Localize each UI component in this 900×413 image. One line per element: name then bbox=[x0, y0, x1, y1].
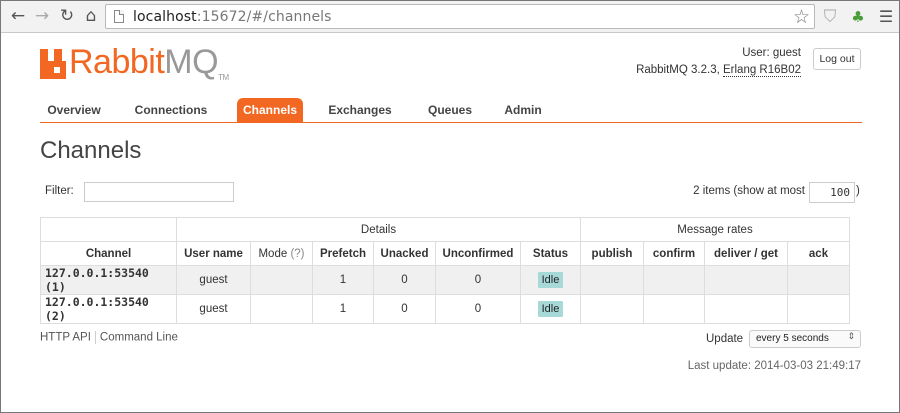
unacked-cell: 0 bbox=[373, 265, 436, 295]
user-cell: guest bbox=[176, 265, 251, 295]
prefetch-cell: 1 bbox=[312, 265, 374, 295]
page-title: Channels bbox=[40, 137, 142, 164]
update-label: Update bbox=[706, 333, 744, 345]
extension-icon[interactable]: ♣ bbox=[847, 6, 869, 28]
unacked-column-header[interactable]: Unacked bbox=[373, 241, 436, 266]
status-cell: Idle bbox=[520, 294, 581, 324]
home-icon[interactable]: ⌂ bbox=[81, 6, 101, 26]
forward-arrow-icon[interactable]: → bbox=[32, 6, 52, 26]
url-host: localhost bbox=[133, 9, 197, 25]
prefetch-column-header[interactable]: Prefetch bbox=[312, 241, 374, 266]
channels-table: Details Message rates Channel User name … bbox=[40, 217, 850, 324]
mode-cell bbox=[250, 294, 313, 324]
status-badge: Idle bbox=[537, 272, 564, 288]
ack-cell bbox=[787, 265, 850, 295]
status-cell: Idle bbox=[520, 265, 581, 295]
tab-overview[interactable]: Overview bbox=[40, 98, 108, 123]
table-row[interactable]: 127.0.0.1:53540 (2) guest 1 0 0 Idle bbox=[40, 294, 850, 324]
publish-cell bbox=[580, 294, 644, 324]
filter-input[interactable] bbox=[84, 182, 234, 202]
footer-links: HTTP API Command Line bbox=[40, 331, 178, 344]
deliver-get-column-header[interactable]: deliver / get bbox=[704, 241, 788, 266]
mode-header-text: Mode bbox=[258, 247, 288, 260]
logo-mq-text: MQ bbox=[164, 43, 219, 81]
tab-admin[interactable]: Admin bbox=[498, 98, 548, 123]
logo-tm-text: TM bbox=[218, 73, 229, 82]
publish-column-header[interactable]: publish bbox=[580, 241, 644, 266]
prefetch-cell: 1 bbox=[312, 294, 374, 324]
update-interval-select[interactable]: every 5 seconds ⇕ bbox=[749, 330, 861, 348]
tab-queues[interactable]: Queues bbox=[420, 98, 480, 123]
unconfirmed-column-header[interactable]: Unconfirmed bbox=[435, 241, 521, 266]
version-text: RabbitMQ 3.2.3, bbox=[636, 64, 723, 76]
user-cell: guest bbox=[176, 294, 251, 324]
browser-menu-icon[interactable]: ☰ bbox=[875, 6, 897, 28]
items-close-paren: ) bbox=[856, 185, 860, 197]
erlang-version-link[interactable]: Erlang R16B02 bbox=[723, 64, 801, 77]
user-column-header[interactable]: User name bbox=[176, 241, 251, 266]
channel-link[interactable]: 127.0.0.1:53540 (1) bbox=[40, 265, 177, 295]
message-rates-group-header: Message rates bbox=[580, 217, 850, 242]
details-group-header: Details bbox=[176, 217, 581, 242]
user-info: User: guest RabbitMQ 3.2.3, Erlang R16B0… bbox=[636, 45, 801, 79]
max-items-input[interactable]: 100 bbox=[809, 182, 855, 203]
bookmark-star-icon[interactable]: ☆ bbox=[793, 6, 810, 28]
shield-extension-icon[interactable]: ⛉ bbox=[819, 6, 841, 28]
tab-connections[interactable]: Connections bbox=[128, 98, 214, 123]
tab-channels[interactable]: Channels bbox=[237, 98, 303, 123]
user-line: User: guest bbox=[742, 47, 801, 59]
deliver-get-cell bbox=[704, 265, 788, 295]
deliver-get-cell bbox=[704, 294, 788, 324]
table-group-header-row: Details Message rates bbox=[40, 217, 850, 242]
command-line-link[interactable]: Command Line bbox=[100, 332, 178, 344]
mode-column-header[interactable]: Mode (?) bbox=[250, 241, 313, 266]
filter-label: Filter: bbox=[45, 185, 74, 197]
version-line: RabbitMQ 3.2.3, Erlang R16B02 bbox=[636, 62, 801, 79]
ack-cell bbox=[787, 294, 850, 324]
update-interval-value: every 5 seconds bbox=[756, 333, 829, 344]
unacked-cell: 0 bbox=[373, 294, 436, 324]
ack-column-header[interactable]: ack bbox=[787, 241, 850, 266]
last-update-text: Last update: 2014-03-03 21:49:17 bbox=[687, 360, 861, 372]
confirm-cell bbox=[643, 294, 705, 324]
reload-icon[interactable]: ↻ bbox=[57, 6, 77, 26]
channel-column-header[interactable]: Channel bbox=[40, 241, 177, 266]
table-row[interactable]: 127.0.0.1:53540 (1) guest 1 0 0 Idle bbox=[40, 265, 850, 295]
http-api-link[interactable]: HTTP API bbox=[40, 332, 91, 344]
logout-button[interactable]: Log out bbox=[813, 48, 861, 70]
rabbitmq-logo-mark-icon bbox=[40, 49, 66, 79]
confirm-column-header[interactable]: confirm bbox=[643, 241, 705, 266]
main-nav-tabs: Overview Connections Channels Exchanges … bbox=[40, 98, 862, 123]
select-arrows-icon: ⇕ bbox=[847, 332, 855, 342]
mode-help-hint[interactable]: (?) bbox=[290, 248, 304, 260]
items-count-text: 2 items (show at most bbox=[693, 185, 805, 197]
page-icon bbox=[114, 10, 124, 23]
logo-rabbit-text: Rabbit bbox=[69, 43, 165, 81]
unconfirmed-cell: 0 bbox=[435, 294, 521, 324]
status-badge: Idle bbox=[537, 301, 564, 317]
browser-toolbar: ← → ↻ ⌂ localhost:15672/#/channels ☆ ⛉ ♣… bbox=[1, 1, 899, 33]
unconfirmed-cell: 0 bbox=[435, 265, 521, 295]
publish-cell bbox=[580, 265, 644, 295]
url-text: localhost:15672/#/channels bbox=[133, 9, 332, 25]
channel-link[interactable]: 127.0.0.1:53540 (2) bbox=[40, 294, 177, 324]
address-bar[interactable]: localhost:15672/#/channels ☆ bbox=[105, 4, 815, 29]
confirm-cell bbox=[643, 265, 705, 295]
tab-exchanges[interactable]: Exchanges bbox=[325, 98, 395, 123]
table-header-row: Channel User name Mode (?) Prefetch Unac… bbox=[40, 241, 850, 266]
url-path: :15672/#/channels bbox=[196, 9, 332, 25]
back-arrow-icon[interactable]: ← bbox=[8, 6, 28, 26]
empty-group-header bbox=[40, 217, 177, 242]
mode-cell bbox=[250, 265, 313, 295]
footer-divider bbox=[94, 331, 96, 344]
logo-wordmark: RabbitMQTM bbox=[69, 43, 229, 82]
status-column-header[interactable]: Status bbox=[520, 241, 581, 266]
